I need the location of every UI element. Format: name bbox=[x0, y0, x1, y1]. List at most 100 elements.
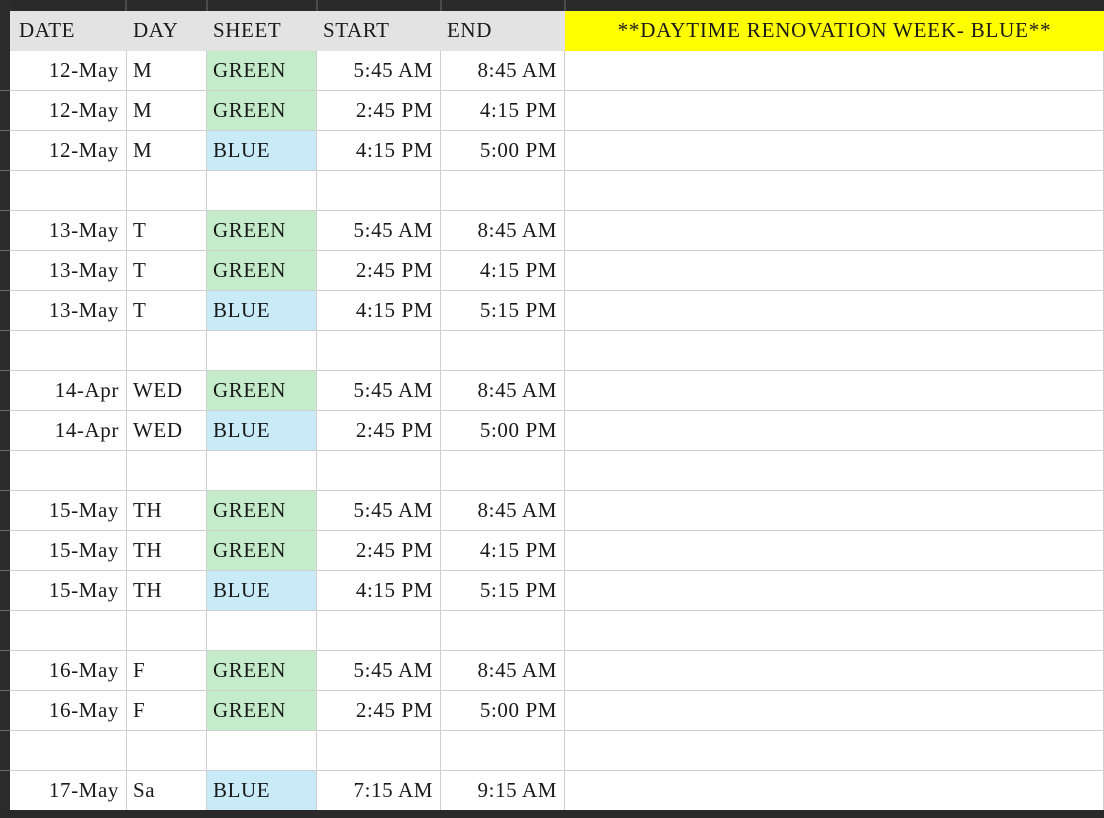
cell-sheet[interactable]: GREEN bbox=[207, 691, 317, 731]
row-header-divider[interactable] bbox=[0, 330, 10, 331]
cell-date[interactable]: 12-May bbox=[10, 91, 127, 131]
cell-notes[interactable] bbox=[565, 531, 1104, 571]
cell-start[interactable]: 2:45 PM bbox=[317, 91, 441, 131]
cell-start[interactable]: 4:15 PM bbox=[317, 291, 441, 331]
cell-end[interactable] bbox=[441, 171, 565, 211]
cell-day[interactable]: TH bbox=[127, 491, 207, 531]
cell-date[interactable]: 17-May bbox=[10, 771, 127, 811]
cell-date[interactable]: 12-May bbox=[10, 51, 127, 91]
cell-notes[interactable] bbox=[565, 771, 1104, 811]
cell-sheet[interactable]: BLUE bbox=[207, 771, 317, 811]
cell-sheet[interactable]: GREEN bbox=[207, 651, 317, 691]
cell-notes[interactable] bbox=[565, 691, 1104, 731]
column-divider[interactable] bbox=[125, 0, 127, 11]
cell-sheet[interactable]: BLUE bbox=[207, 291, 317, 331]
cell-notes[interactable] bbox=[565, 291, 1104, 331]
cell-notes[interactable] bbox=[565, 51, 1104, 91]
row-header-divider[interactable] bbox=[0, 570, 10, 571]
cell-start[interactable] bbox=[317, 171, 441, 211]
cell-sheet[interactable]: GREEN bbox=[207, 51, 317, 91]
cell-sheet[interactable]: BLUE bbox=[207, 411, 317, 451]
cell-notes[interactable] bbox=[565, 211, 1104, 251]
cell-end[interactable]: 5:15 PM bbox=[441, 571, 565, 611]
cell-notes[interactable] bbox=[565, 731, 1104, 771]
cell-day[interactable] bbox=[127, 611, 207, 651]
cell-end[interactable]: 5:00 PM bbox=[441, 131, 565, 171]
cell-end[interactable] bbox=[441, 331, 565, 371]
cell-end[interactable]: 4:15 PM bbox=[441, 91, 565, 131]
cell-end[interactable]: 5:00 PM bbox=[441, 411, 565, 451]
cell-end[interactable]: 9:15 AM bbox=[441, 771, 565, 811]
cell-notes[interactable] bbox=[565, 91, 1104, 131]
cell-start[interactable]: 2:45 PM bbox=[317, 411, 441, 451]
row-header-divider[interactable] bbox=[0, 290, 10, 291]
cell-sheet[interactable]: GREEN bbox=[207, 91, 317, 131]
cell-day[interactable]: M bbox=[127, 91, 207, 131]
row-header-divider[interactable] bbox=[0, 530, 10, 531]
cell-notes[interactable] bbox=[565, 171, 1104, 211]
cell-sheet[interactable] bbox=[207, 171, 317, 211]
column-divider[interactable] bbox=[316, 0, 318, 11]
cell-day[interactable] bbox=[127, 731, 207, 771]
header-end[interactable]: END bbox=[441, 11, 565, 51]
banner-cell[interactable]: **DAYTIME RENOVATION WEEK- BLUE** bbox=[565, 11, 1104, 51]
cell-end[interactable]: 8:45 AM bbox=[441, 51, 565, 91]
row-header-divider[interactable] bbox=[0, 250, 10, 251]
cell-day[interactable]: F bbox=[127, 651, 207, 691]
row-header-divider[interactable] bbox=[0, 170, 10, 171]
column-divider[interactable] bbox=[564, 0, 566, 11]
cell-day[interactable]: Sa bbox=[127, 771, 207, 811]
cell-end[interactable]: 4:15 PM bbox=[441, 531, 565, 571]
row-header-divider[interactable] bbox=[0, 770, 10, 771]
cell-sheet[interactable] bbox=[207, 451, 317, 491]
cell-start[interactable]: 2:45 PM bbox=[317, 691, 441, 731]
row-header-divider[interactable] bbox=[0, 370, 10, 371]
cell-day[interactable]: TH bbox=[127, 531, 207, 571]
header-sheet[interactable]: SHEET bbox=[207, 11, 317, 51]
cell-start[interactable]: 5:45 AM bbox=[317, 491, 441, 531]
cell-notes[interactable] bbox=[565, 651, 1104, 691]
cell-date[interactable]: 16-May bbox=[10, 651, 127, 691]
row-header-divider[interactable] bbox=[0, 610, 10, 611]
cell-date[interactable]: 14-Apr bbox=[10, 411, 127, 451]
cell-end[interactable]: 8:45 AM bbox=[441, 211, 565, 251]
row-header-divider[interactable] bbox=[0, 410, 10, 411]
cell-sheet[interactable]: GREEN bbox=[207, 251, 317, 291]
cell-end[interactable] bbox=[441, 451, 565, 491]
cell-notes[interactable] bbox=[565, 451, 1104, 491]
cell-end[interactable]: 4:15 PM bbox=[441, 251, 565, 291]
row-header-divider[interactable] bbox=[0, 650, 10, 651]
cell-start[interactable]: 5:45 AM bbox=[317, 371, 441, 411]
row-header-divider[interactable] bbox=[0, 730, 10, 731]
cell-end[interactable] bbox=[441, 611, 565, 651]
cell-notes[interactable] bbox=[565, 331, 1104, 371]
cell-date[interactable] bbox=[10, 731, 127, 771]
cell-day[interactable]: T bbox=[127, 251, 207, 291]
cell-end[interactable] bbox=[441, 731, 565, 771]
cell-start[interactable]: 5:45 AM bbox=[317, 211, 441, 251]
row-header-divider[interactable] bbox=[0, 450, 10, 451]
cell-notes[interactable] bbox=[565, 571, 1104, 611]
cell-start[interactable]: 2:45 PM bbox=[317, 531, 441, 571]
cell-sheet[interactable]: GREEN bbox=[207, 491, 317, 531]
cell-day[interactable]: WED bbox=[127, 411, 207, 451]
cell-date[interactable]: 13-May bbox=[10, 251, 127, 291]
cell-start[interactable] bbox=[317, 451, 441, 491]
cell-start[interactable]: 4:15 PM bbox=[317, 131, 441, 171]
header-start[interactable]: START bbox=[317, 11, 441, 51]
cell-notes[interactable] bbox=[565, 371, 1104, 411]
cell-date[interactable] bbox=[10, 331, 127, 371]
cell-end[interactable]: 5:00 PM bbox=[441, 691, 565, 731]
cell-date[interactable]: 12-May bbox=[10, 131, 127, 171]
cell-sheet[interactable] bbox=[207, 611, 317, 651]
cell-notes[interactable] bbox=[565, 411, 1104, 451]
cell-day[interactable]: WED bbox=[127, 371, 207, 411]
cell-end[interactable]: 8:45 AM bbox=[441, 651, 565, 691]
column-divider[interactable] bbox=[206, 0, 208, 11]
cell-sheet[interactable]: BLUE bbox=[207, 131, 317, 171]
cell-day[interactable]: T bbox=[127, 291, 207, 331]
cell-end[interactable]: 8:45 AM bbox=[441, 371, 565, 411]
cell-start[interactable]: 7:15 AM bbox=[317, 771, 441, 811]
cell-start[interactable] bbox=[317, 331, 441, 371]
cell-day[interactable]: M bbox=[127, 51, 207, 91]
